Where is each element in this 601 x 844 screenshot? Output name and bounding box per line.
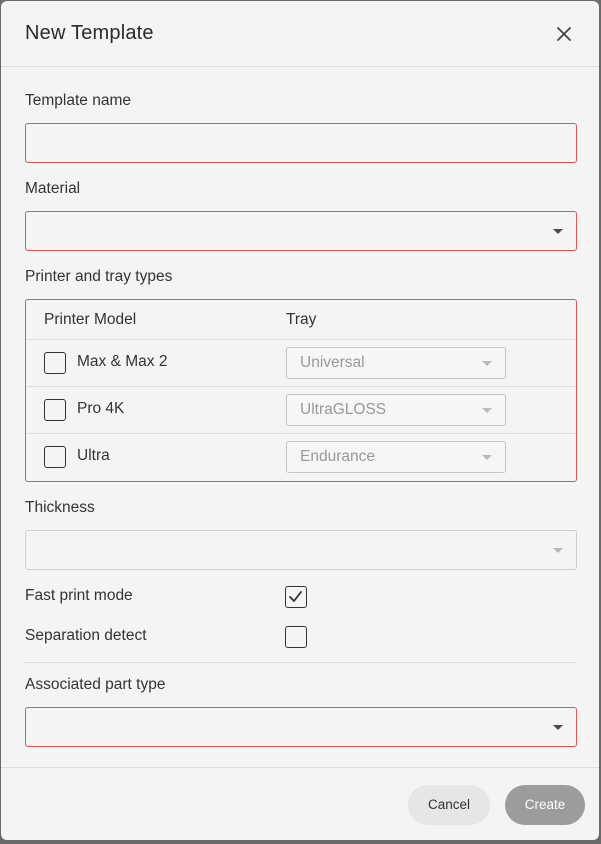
material-select[interactable] xyxy=(25,211,577,251)
tray-value: UltraGLOSS xyxy=(300,401,387,418)
dialog-title: New Template xyxy=(25,22,154,44)
chevron-down-icon xyxy=(553,725,563,730)
tray-value: Endurance xyxy=(300,448,375,465)
column-header-tray: Tray xyxy=(286,311,317,328)
tray-select-max[interactable]: Universal xyxy=(286,347,506,379)
close-icon[interactable] xyxy=(553,23,575,45)
dialog-header: New Template xyxy=(1,1,599,67)
dialog-footer: Cancel Create xyxy=(1,767,599,840)
chevron-down-icon xyxy=(553,548,563,553)
tray-select-ultra[interactable]: Endurance xyxy=(286,441,506,473)
tray-select-pro4k[interactable]: UltraGLOSS xyxy=(286,394,506,426)
table-row: Pro 4K UltraGLOSS xyxy=(26,386,576,433)
printer-model-name: Max & Max 2 xyxy=(77,353,168,370)
printer-tray-table: Printer Model Tray Max & Max 2 Universal… xyxy=(25,299,577,482)
printer-model-name: Ultra xyxy=(77,447,110,464)
printer-checkbox-pro4k[interactable] xyxy=(44,399,66,421)
thickness-select[interactable] xyxy=(25,530,577,570)
fast-print-mode-checkbox[interactable] xyxy=(285,586,307,608)
fast-print-mode-label: Fast print mode xyxy=(25,587,133,604)
associated-part-type-label: Associated part type xyxy=(25,676,166,693)
divider xyxy=(25,662,577,663)
chevron-down-icon xyxy=(553,229,563,234)
column-header-printer-model: Printer Model xyxy=(44,311,137,328)
printer-checkbox-ultra[interactable] xyxy=(44,446,66,468)
chevron-down-icon xyxy=(482,408,492,413)
create-button[interactable]: Create xyxy=(505,785,585,825)
new-template-dialog: New Template Template name Material Prin… xyxy=(1,1,599,840)
material-label: Material xyxy=(25,180,81,197)
associated-part-type-select[interactable] xyxy=(25,707,577,747)
template-name-label: Template name xyxy=(25,92,131,109)
separation-detect-checkbox[interactable] xyxy=(285,626,307,648)
printer-checkbox-max[interactable] xyxy=(44,352,66,374)
chevron-down-icon xyxy=(482,361,492,366)
tray-value: Universal xyxy=(300,354,365,371)
chevron-down-icon xyxy=(482,455,492,460)
thickness-label: Thickness xyxy=(25,499,95,516)
table-row: Max & Max 2 Universal xyxy=(26,339,576,386)
table-row: Ultra Endurance xyxy=(26,433,576,480)
printer-model-name: Pro 4K xyxy=(77,400,125,417)
printer-tray-label: Printer and tray types xyxy=(25,268,173,285)
cancel-button[interactable]: Cancel xyxy=(408,785,490,825)
separation-detect-label: Separation detect xyxy=(25,627,147,644)
template-name-input[interactable] xyxy=(25,123,577,163)
checkmark-icon xyxy=(289,591,302,602)
